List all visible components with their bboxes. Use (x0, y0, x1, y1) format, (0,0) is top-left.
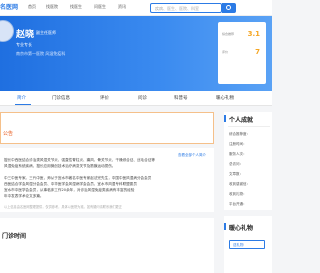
stat-value: 7 (255, 48, 260, 56)
active-tab-indicator (15, 104, 31, 105)
intro-line: 风湿免疫系统疾病，擅长应用微创技术治疗病变关节及筋膜运动损伤。 (4, 164, 116, 168)
doctor-hospital[interactable]: 南京市第一医院 风湿免疫科 (16, 51, 65, 57)
doctor-banner: 赵晓 副主任医师 专业专长 南京市第一医院 风湿免疫科 综合推荐 3.1 评价 … (0, 16, 272, 91)
stat-value: 3.1 (247, 30, 260, 38)
search-input[interactable]: 疾病、医生、医院、科室 (150, 3, 222, 13)
intro-section: 查看全部个人简介 擅长中西医结合诊治类风湿关节炎、强直性脊柱炎、痛风、骨关节炎、… (0, 148, 214, 212)
stat-label: 评价 (222, 50, 229, 54)
doctor-title: 副主任医师 (36, 30, 56, 35)
tab-reviews[interactable]: 评价 (100, 95, 109, 101)
achievement-row: 文章数： (229, 172, 243, 176)
nav-item-doctors[interactable]: 找医生 (70, 4, 82, 10)
divider (228, 126, 270, 127)
doctor-specialty: 专业专长 (16, 42, 32, 47)
search-button[interactable] (222, 3, 236, 13)
profile-tabs: 简介 门诊信息 评价 问诊 科普号 暖心礼物 (0, 91, 272, 106)
stat-label: 综合推荐 (222, 32, 235, 36)
schedule-section: 门诊时间 (0, 218, 214, 273)
achievement-row: 注册时间： (229, 142, 247, 146)
send-gift-label: 送礼物 (233, 242, 244, 247)
intro-disclaimer: 以上信息由名医网整理提供，仅供参考，具体以医院为准。如有疑问请联系我们更正 (4, 205, 122, 209)
tab-intro[interactable]: 简介 (17, 95, 26, 101)
achievements-title: 个人成就 (229, 117, 254, 124)
notice-box: 公告 (0, 112, 214, 144)
top-nav: 名医网 首页 找医院 找医生 问医生 资讯 疾病、医生、医院、科室 (0, 0, 272, 16)
search-icon (226, 5, 231, 10)
achievement-row: 总访问： (229, 162, 243, 166)
achievements-card: 个人成就 综合推荐度： 注册时间： 服务人次： 总访问： 文章数： 收到感谢信：… (224, 112, 272, 210)
title-accent (224, 223, 226, 230)
achievement-row: 平台开通： (229, 202, 247, 206)
intro-line: 年中发表学术论文多篇。 (4, 194, 44, 198)
notice-label: 公告 (3, 131, 14, 137)
title-accent (224, 115, 226, 122)
achievement-row: 收到礼物： (229, 192, 247, 196)
doctor-name: 赵晓 (16, 30, 35, 40)
tab-clinic[interactable]: 门诊信息 (52, 95, 70, 101)
nav-item-news[interactable]: 资讯 (118, 4, 126, 10)
achievement-row: 收到感谢信： (229, 182, 250, 186)
achievement-row: 服务人次： (229, 152, 247, 156)
tab-consult[interactable]: 问诊 (138, 95, 147, 101)
stats-panel: 综合推荐 3.1 评价 7 (218, 22, 266, 84)
achievement-row: 综合推荐度： (229, 132, 250, 136)
send-gift-button[interactable]: 送礼物 (229, 240, 265, 249)
gifts-card: 暖心礼物 送礼物 (224, 216, 272, 273)
avatar (0, 20, 14, 42)
doctor-profile-page: 名医网 首页 找医院 找医生 问医生 资讯 疾病、医生、医院、科室 赵晓 副主任… (0, 0, 272, 273)
nav-item-ask[interactable]: 问医生 (94, 4, 106, 10)
search-placeholder: 疾病、医生、医院、科室 (155, 6, 199, 11)
nav-item-hospitals[interactable]: 找医院 (46, 4, 58, 10)
tab-articles[interactable]: 科普号 (174, 95, 188, 101)
nav-item-home[interactable]: 首页 (28, 4, 36, 10)
tab-gifts[interactable]: 暖心礼物 (216, 95, 234, 101)
schedule-title: 门诊时间 (2, 233, 27, 240)
site-logo[interactable]: 名医网 (0, 2, 18, 11)
gifts-title: 暖心礼物 (229, 225, 254, 232)
